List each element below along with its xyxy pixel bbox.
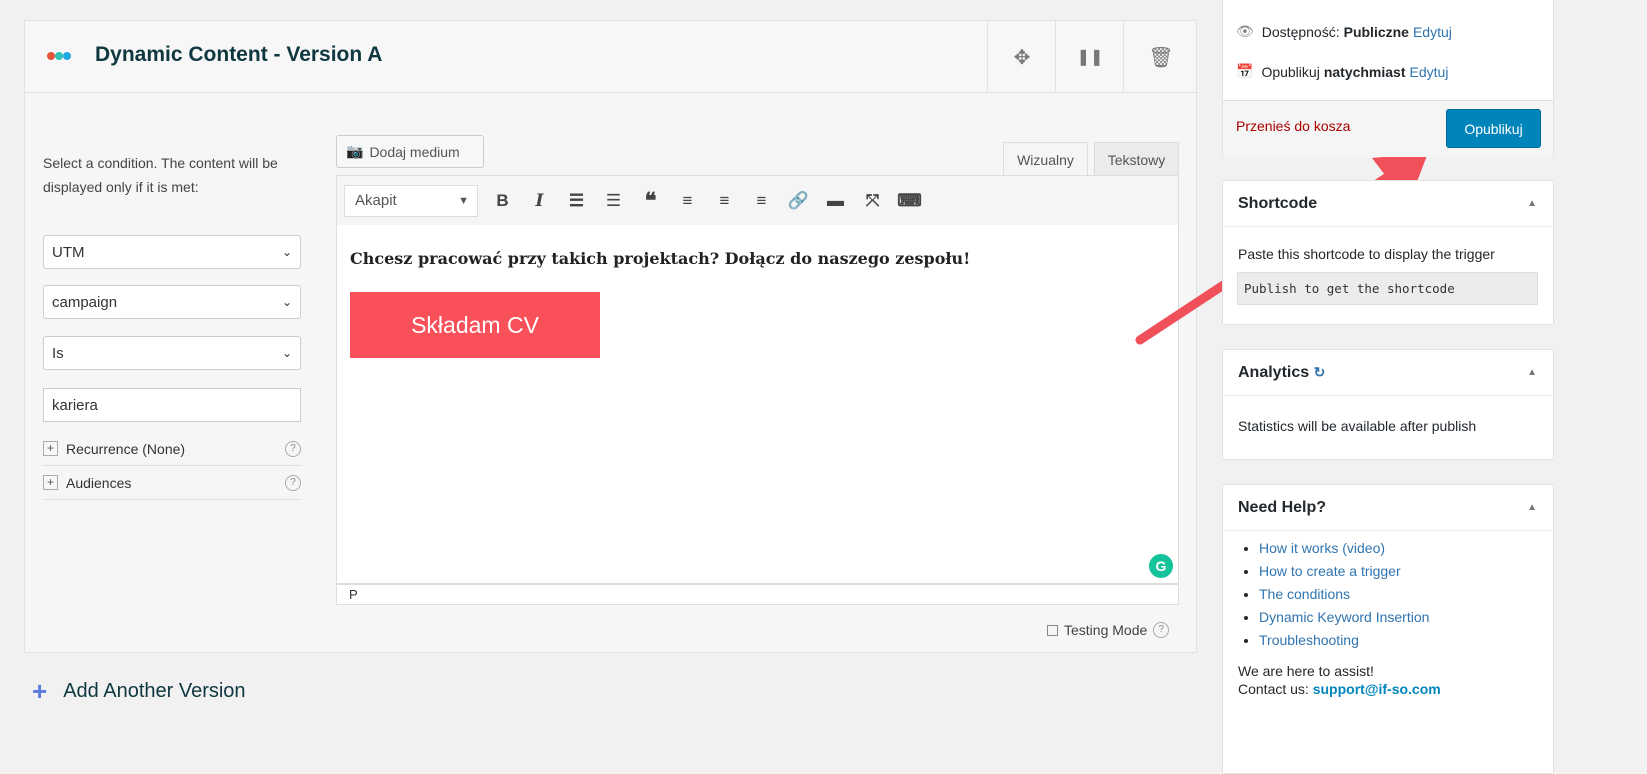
help-header[interactable]: Need Help? ▲ bbox=[1223, 485, 1553, 531]
collapse-icon[interactable]: ▲ bbox=[1527, 502, 1537, 513]
shortcode-field[interactable]: Publish to get the shortcode bbox=[1237, 272, 1538, 305]
support-email-link[interactable]: support@if-so.com bbox=[1313, 681, 1441, 697]
help-links: How it works (video) How to create a tri… bbox=[1223, 537, 1553, 652]
analytics-text: Statistics will be available after publi… bbox=[1238, 418, 1477, 434]
publish-box: 👁 Dostępność: Publiczne Edytuj 📅 Opublikuj na… bbox=[1222, 0, 1554, 157]
visibility-value: Publiczne bbox=[1343, 23, 1409, 40]
refresh-icon[interactable]: ↻ bbox=[1314, 364, 1326, 380]
help-title: Need Help? bbox=[1238, 498, 1327, 516]
collapse-icon[interactable]: ▲ bbox=[1527, 367, 1537, 378]
help-link[interactable]: How it works (video) bbox=[1259, 540, 1385, 556]
analytics-title: Analytics bbox=[1238, 363, 1310, 381]
help-link[interactable]: How to create a trigger bbox=[1259, 563, 1401, 579]
analytics-box: Analytics ↻ ▲ Statistics will be availabl… bbox=[1222, 349, 1554, 460]
shortcode-title: Shortcode bbox=[1238, 194, 1318, 212]
help-link[interactable]: Dynamic Keyword Insertion bbox=[1259, 609, 1429, 625]
shortcode-header[interactable]: Shortcode ▲ bbox=[1223, 181, 1553, 227]
collapse-icon[interactable]: ▲ bbox=[1527, 198, 1537, 209]
shortcode-text: Paste this shortcode to display the trig… bbox=[1238, 246, 1495, 262]
calendar-icon: 📅 bbox=[1236, 63, 1254, 79]
edit-visibility-link[interactable]: Edytuj bbox=[1413, 24, 1452, 40]
help-link[interactable]: Troubleshooting bbox=[1259, 632, 1359, 648]
publish-actions: Przenieś do kosza Opublikuj bbox=[1223, 100, 1553, 157]
edit-schedule-link[interactable]: Edytuj bbox=[1410, 64, 1449, 80]
contact-label: Contact us: bbox=[1238, 681, 1309, 697]
eye-icon: 👁 bbox=[1236, 23, 1254, 39]
assist-text: We are here to assist! bbox=[1238, 663, 1374, 679]
analytics-header[interactable]: Analytics ↻ ▲ bbox=[1223, 350, 1553, 396]
schedule-label: Opublikuj bbox=[1261, 63, 1320, 80]
help-link[interactable]: The conditions bbox=[1259, 586, 1350, 602]
shortcode-box: Shortcode ▲ Paste this shortcode to displ… bbox=[1222, 180, 1554, 325]
publish-button[interactable]: Opublikuj bbox=[1446, 109, 1541, 148]
help-box: Need Help? ▲ How it works (video) How to … bbox=[1222, 484, 1554, 774]
schedule-value: natychmiast bbox=[1323, 63, 1406, 80]
visibility-label: Dostępność: bbox=[1261, 23, 1340, 40]
schedule-row: 📅 Opublikuj natychmiast Edytuj bbox=[1236, 63, 1448, 80]
move-to-trash-link[interactable]: Przenieś do kosza bbox=[1236, 118, 1350, 134]
visibility-row: 👁 Dostępność: Publiczne Edytuj bbox=[1236, 23, 1452, 40]
